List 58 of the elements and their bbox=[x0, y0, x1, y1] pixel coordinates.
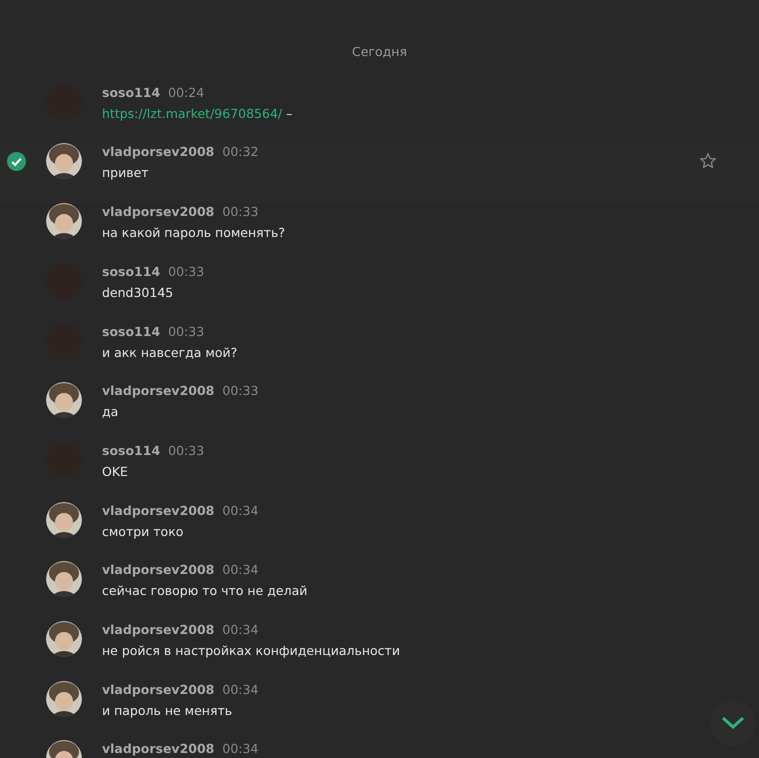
message-time: 00:33 bbox=[168, 444, 204, 458]
message-row[interactable]: soso114 00:33 и акк навсегда мой? bbox=[0, 322, 759, 382]
message-row[interactable]: vladporsev2008 00:33 да bbox=[0, 382, 759, 442]
message-time: 00:34 bbox=[222, 504, 258, 518]
message-time: 00:34 bbox=[222, 622, 258, 637]
author-name[interactable]: vladporsev2008 bbox=[102, 563, 214, 578]
avatar bbox=[46, 620, 82, 657]
author-name[interactable]: vladporsev2008 bbox=[102, 504, 214, 518]
message-time: 00:33 bbox=[168, 264, 204, 279]
author-name[interactable]: soso114 bbox=[102, 444, 160, 458]
message-time: 00:34 bbox=[222, 682, 258, 697]
message-time: 00:33 bbox=[222, 205, 258, 220]
author-name[interactable]: soso114 bbox=[102, 264, 160, 279]
author-name[interactable]: vladporsev2008 bbox=[102, 205, 214, 220]
message-time: 00:33 bbox=[168, 324, 204, 338]
avatar bbox=[46, 680, 82, 717]
message-row[interactable]: vladporsev2008 00:34 и пароль не менять bbox=[0, 680, 759, 740]
author-name[interactable]: vladporsev2008 bbox=[102, 742, 214, 756]
message-text: на какой пароль поменять? bbox=[102, 224, 286, 242]
author-name[interactable]: soso114 bbox=[102, 86, 160, 100]
message-text: смотри токо bbox=[102, 522, 184, 541]
chevron-down-icon bbox=[721, 716, 745, 730]
message-time: 00:32 bbox=[222, 145, 258, 160]
message-text: да bbox=[102, 403, 120, 422]
message-text: и пароль не менять bbox=[102, 702, 234, 720]
star-icon[interactable] bbox=[699, 152, 717, 170]
message-text: не ройся в настройках конфиденциальности bbox=[102, 642, 401, 660]
message-text: привет bbox=[102, 164, 150, 182]
message-text: и акк навсегда мой? bbox=[102, 344, 238, 362]
message-row[interactable]: vladporsev2008 00:34 bbox=[0, 740, 759, 758]
avatar bbox=[46, 382, 82, 418]
message-text: dend30145 bbox=[102, 284, 174, 302]
message-row[interactable]: vladporsev2008 00:34 сейчас говорю то что не делай bbox=[0, 561, 759, 621]
avatar bbox=[46, 143, 82, 180]
check-icon[interactable] bbox=[7, 152, 26, 171]
author-name[interactable]: vladporsev2008 bbox=[102, 384, 214, 398]
message-row[interactable]: soso114 00:24 https://lzt.market/96708564/ – bbox=[0, 84, 759, 144]
author-name[interactable]: vladporsev2008 bbox=[102, 622, 214, 637]
message-row[interactable]: vladporsev2008 00:33 на какой пароль поменять? bbox=[0, 203, 759, 263]
message-time: 00:33 bbox=[222, 384, 258, 398]
avatar bbox=[46, 502, 82, 538]
message-row[interactable]: soso114 00:33 dend30145 bbox=[0, 262, 759, 322]
date-separator: Сегодня bbox=[352, 43, 407, 61]
message-row[interactable]: vladporsev2008 00:34 смотри токо bbox=[0, 502, 759, 562]
author-name[interactable]: soso114 bbox=[102, 324, 160, 338]
message-time: 00:34 bbox=[222, 742, 258, 756]
avatar bbox=[46, 561, 82, 598]
message-row[interactable]: soso114 00:33 OKE bbox=[0, 442, 759, 502]
message-time: 00:34 bbox=[222, 563, 258, 578]
message-link[interactable]: https://lzt.market/96708564/ bbox=[102, 106, 282, 121]
author-name[interactable]: vladporsev2008 bbox=[102, 682, 214, 697]
message-text: https://lzt.market/96708564/ – bbox=[102, 104, 294, 123]
message-time: 00:24 bbox=[168, 86, 204, 100]
message-row[interactable]: vladporsev2008 00:34 не ройся в настройках конфиденциальности bbox=[0, 620, 759, 681]
avatar bbox=[46, 203, 82, 240]
message-text: сейчас говорю то что не делай bbox=[102, 582, 308, 600]
message-text: OKE bbox=[102, 462, 129, 481]
author-name[interactable]: vladporsev2008 bbox=[102, 145, 214, 160]
